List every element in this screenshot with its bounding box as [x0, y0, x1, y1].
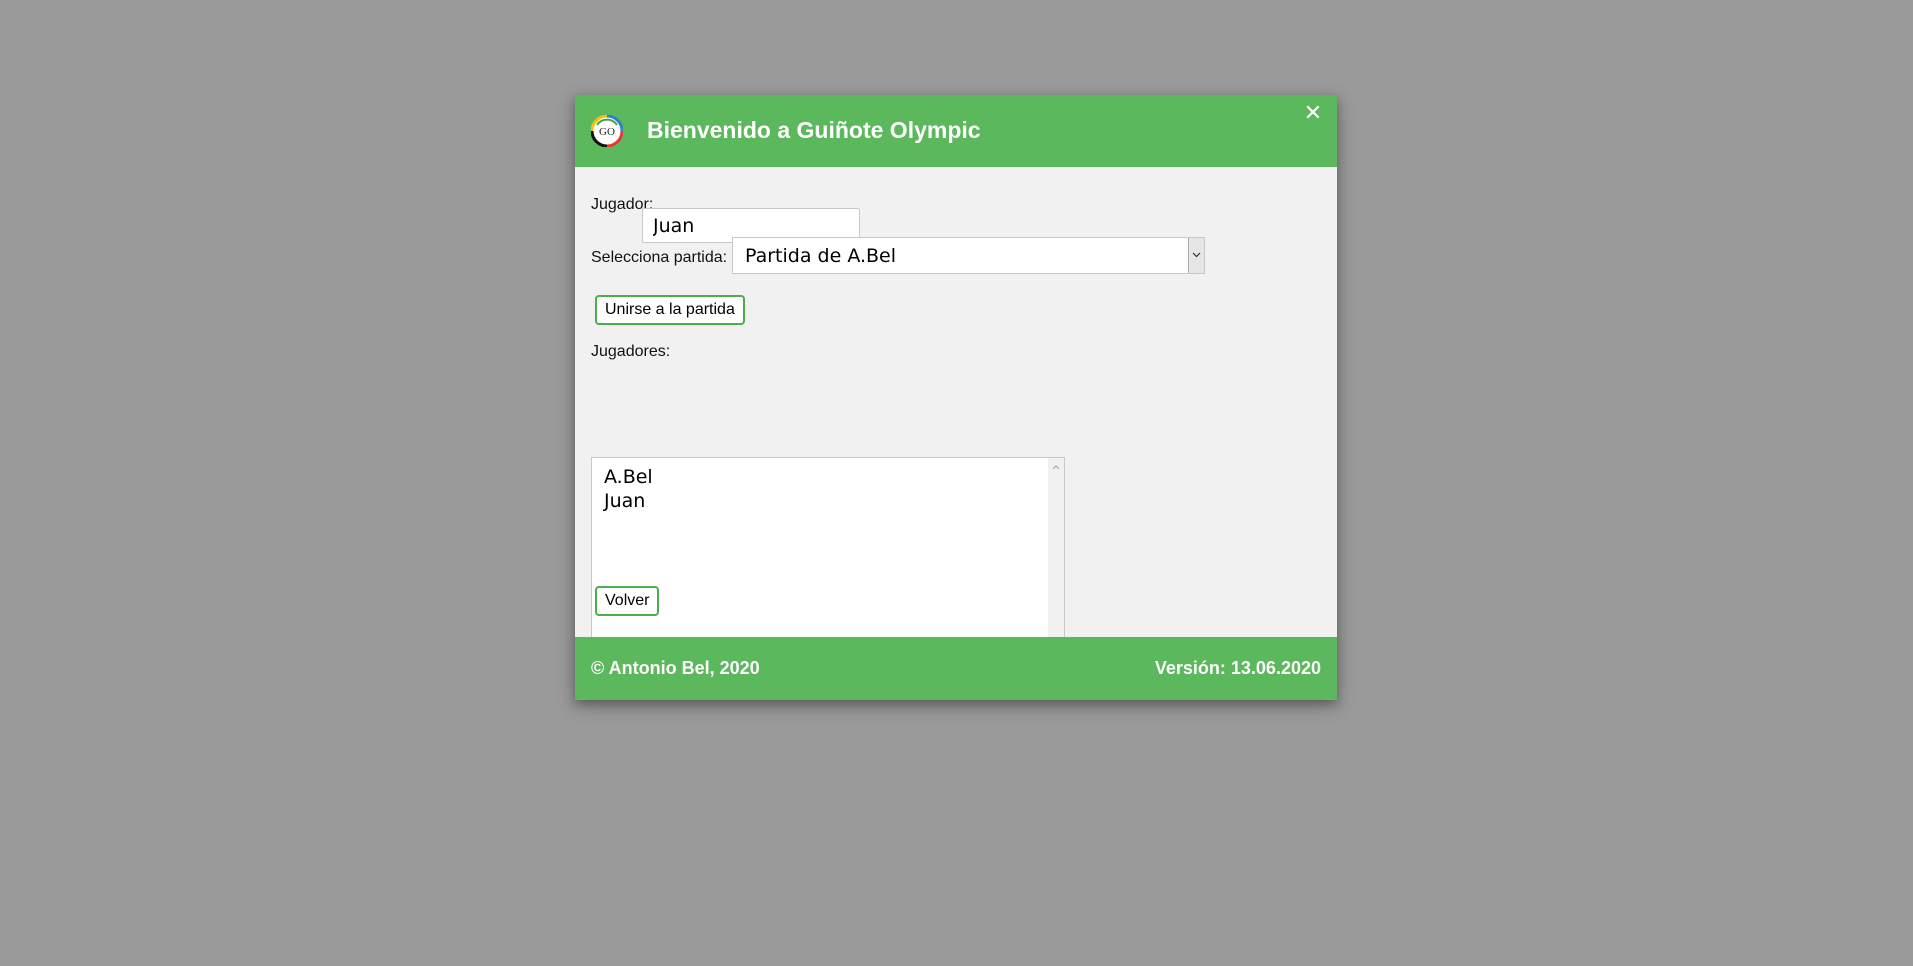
back-button[interactable]: Volver [595, 586, 660, 616]
game-select-value: Partida de A.Bel [745, 245, 897, 267]
players-items: A.Bel Juan [604, 465, 653, 513]
scroll-up-icon[interactable] [1051, 462, 1061, 472]
close-icon: ✕ [1303, 100, 1323, 125]
welcome-dialog: GO Bienvenido a Guiñote Olympic ✕ Jugado… [575, 95, 1337, 700]
dialog-header: GO Bienvenido a Guiñote Olympic ✕ [575, 95, 1337, 167]
players-label: Jugadores: [591, 343, 671, 360]
list-item[interactable]: A.Bel [604, 465, 653, 489]
list-item[interactable]: Juan [604, 489, 653, 513]
guinote-olympic-logo-icon: GO [591, 115, 623, 147]
svg-text:GO: GO [599, 126, 615, 138]
game-select[interactable]: Partida de A.Bel [732, 237, 1205, 274]
dropdown-arrow[interactable] [1188, 238, 1204, 273]
close-button[interactable]: ✕ [1299, 99, 1327, 127]
scrollbar[interactable] [1048, 458, 1064, 659]
dialog-footer: © Antonio Bel, 2020 Versión: 13.06.2020 [575, 637, 1337, 700]
join-game-button[interactable]: Unirse a la partida [595, 295, 745, 325]
game-select-label: Selecciona partida: [591, 249, 728, 266]
chevron-down-icon [1192, 252, 1201, 258]
version-text: Versión: 13.06.2020 [1154, 658, 1321, 678]
dialog-title: Bienvenido a Guiñote Olympic [647, 117, 981, 143]
copyright-text: © Antonio Bel, 2020 [591, 658, 760, 678]
players-listbox[interactable]: A.Bel Juan [591, 457, 1065, 660]
